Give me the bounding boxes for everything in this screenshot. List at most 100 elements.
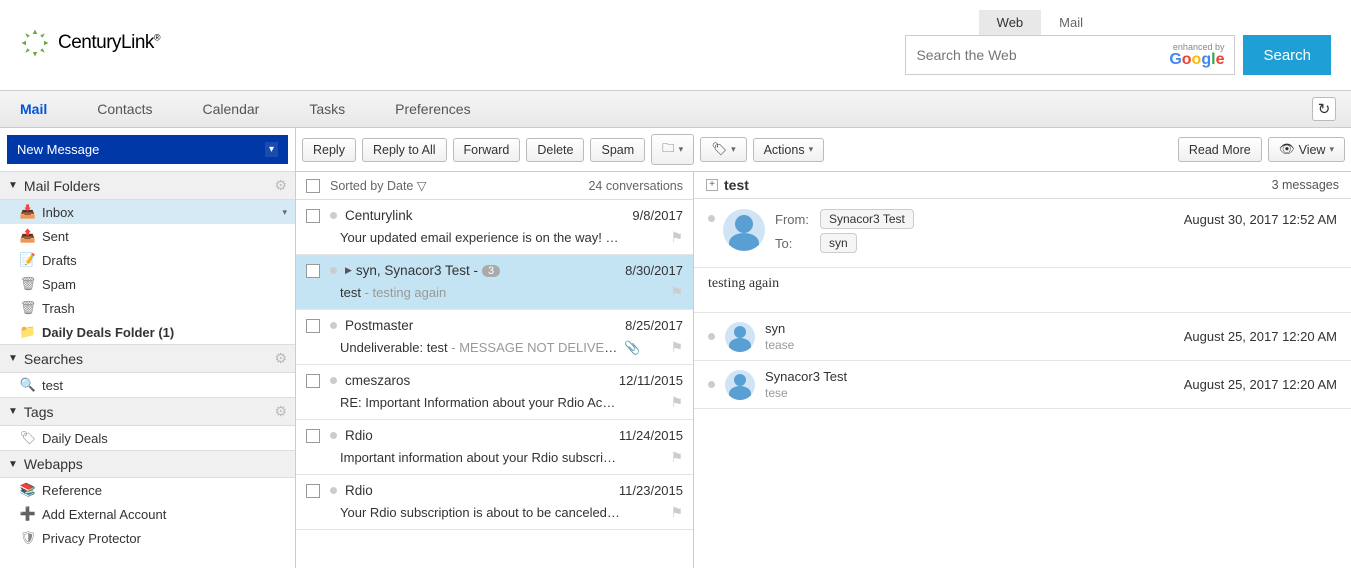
search-tab-web[interactable]: Web [979,10,1042,35]
from-pill[interactable]: Synacor3 Test [820,209,914,229]
message-date: August 30, 2017 12:52 AM [1184,212,1337,227]
actions-button[interactable]: Actions▾ [753,138,825,162]
select-all-checkbox[interactable] [306,179,320,193]
section-webapps[interactable]: ▼ Webapps [0,450,295,478]
folder-item-daily-deals[interactable]: 🏷 Daily Deals [0,426,295,450]
message-item[interactable]: Rdio11/23/2015Your Rdio subscription is … [296,475,693,530]
refresh-button[interactable]: ↻ [1312,97,1336,121]
sender: syn, Synacor3 Test - [356,263,478,278]
status-dot [708,381,715,388]
chevron-down-icon[interactable]: ▾ [282,207,287,218]
search-button[interactable]: Search [1243,35,1331,75]
count-badge: 3 [482,265,500,277]
folder-label: Add External Account [42,507,166,522]
folder-item-spam[interactable]: 🗑Spam [0,272,295,296]
chevron-down-icon: ▼ [8,353,18,364]
nav-tasks[interactable]: Tasks [304,91,370,127]
nav-mail[interactable]: Mail [15,91,72,127]
view-icon: 👁 [1279,142,1295,157]
gear-icon[interactable]: ⚙ [274,403,287,420]
collapsed-message[interactable]: Synacor3 TestteseAugust 25, 2017 12:20 A… [694,361,1351,409]
unread-dot [330,322,337,329]
search-tabs: Web Mail [979,10,1101,35]
chevron-down-icon: ▼ [8,459,18,470]
new-message-button[interactable]: New Message [7,135,288,164]
folder-item-trash[interactable]: 🗑Trash [0,296,295,320]
nav-calendar[interactable]: Calendar [197,91,284,127]
folder-item-sent[interactable]: 📤Sent [0,224,295,248]
folder-item-add-external-account[interactable]: ➕Add External Account [0,502,295,526]
folder-label: Daily Deals Folder (1) [42,325,174,340]
tag-button[interactable]: 🏷▾ [700,137,746,162]
message-item[interactable]: ▶syn, Synacor3 Test - 38/30/2017test - t… [296,255,693,310]
spam-button[interactable]: Spam [590,138,645,162]
message-checkbox[interactable] [306,319,320,333]
drafts-icon: 📝 [20,252,36,268]
message-item[interactable]: Centurylink9/8/2017Your updated email ex… [296,200,693,255]
centurylink-logo-icon [20,28,50,58]
reply-all-button[interactable]: Reply to All [362,138,447,162]
message-item[interactable]: Rdio11/24/2015Important information abou… [296,420,693,475]
folder-item-reference[interactable]: 📚Reference [0,478,295,502]
move-button[interactable]: 🗀▾ [651,134,694,165]
message-list: Sorted by Date ▽ 24 conversations Centur… [296,172,694,568]
folder-item-daily-deals-folder-1-[interactable]: 📁Daily Deals Folder (1) [0,320,295,344]
section-searches[interactable]: ▼ Searches ⚙ [0,344,295,373]
to-pill[interactable]: syn [820,233,857,253]
date: August 25, 2017 12:20 AM [1184,329,1337,344]
preview: tease [765,338,1184,352]
read-more-button[interactable]: Read More [1178,137,1262,162]
sender: Centurylink [345,208,413,223]
sidebar: New Message ▼ Mail Folders ⚙ 📥 Inbox ▾ 📤Sen… [0,128,296,568]
chevron-down-icon: ▼ [8,406,18,417]
expand-icon[interactable]: + [706,179,718,191]
reader-header: + test 3 messages [694,172,1351,199]
status-dot [708,215,715,222]
flag-icon[interactable]: ⚑ [670,449,683,466]
view-button[interactable]: 👁 View▾ [1268,137,1345,162]
expand-icon[interactable]: ▶ [345,265,352,276]
gear-icon[interactable]: ⚙ [274,177,287,194]
collapsed-message[interactable]: synteaseAugust 25, 2017 12:20 AM [694,313,1351,361]
flag-icon[interactable]: ⚑ [670,284,683,301]
message-checkbox[interactable] [306,429,320,443]
folder-item-test[interactable]: 🔍test [0,373,295,397]
nav-preferences[interactable]: Preferences [390,91,495,127]
delete-button[interactable]: Delete [526,138,584,162]
unread-dot [330,212,337,219]
message-item[interactable]: Postmaster8/25/2017Undeliverable: test -… [296,310,693,365]
sender: Synacor3 Test [765,369,1184,384]
reply-button[interactable]: Reply [302,138,356,162]
avatar [725,370,755,400]
content: Reply Reply to All Forward Delete Spam 🗀… [296,128,1351,568]
folder-item-inbox[interactable]: 📥 Inbox ▾ [0,200,295,224]
sort-label[interactable]: Sorted by Date ▽ [330,178,426,193]
folder-label: Daily Deals [42,431,108,446]
flag-icon[interactable]: ⚑ [670,229,683,246]
inbox-icon: 📥 [20,204,36,220]
message-checkbox[interactable] [306,374,320,388]
flag-icon[interactable]: ⚑ [670,394,683,411]
forward-button[interactable]: Forward [453,138,521,162]
logo[interactable]: CenturyLink® [20,28,160,58]
flag-icon[interactable]: ⚑ [670,339,683,356]
message-checkbox[interactable] [306,484,320,498]
folder-label: Inbox [42,205,74,220]
search-area: Web Mail enhanced by Google Search [905,10,1331,75]
tag-icon: 🏷 [20,430,36,446]
message-checkbox[interactable] [306,209,320,223]
message-checkbox[interactable] [306,264,320,278]
message-item[interactable]: cmeszaros12/11/2015RE: Important Informa… [296,365,693,420]
search-tab-mail[interactable]: Mail [1041,10,1101,35]
folder-item-drafts[interactable]: 📝Drafts [0,248,295,272]
nav-contacts[interactable]: Contacts [92,91,177,127]
section-mail-folders[interactable]: ▼ Mail Folders ⚙ [0,171,295,200]
gear-icon[interactable]: ⚙ [274,350,287,367]
section-tags[interactable]: ▼ Tags ⚙ [0,397,295,426]
date: 11/23/2015 [619,483,683,498]
folder-item-privacy-protector[interactable]: 🛡Privacy Protector [0,526,295,550]
folder-label: test [42,378,63,393]
flag-icon[interactable]: ⚑ [670,504,683,521]
sender: Postmaster [345,318,413,333]
search-input[interactable] [916,47,1169,63]
